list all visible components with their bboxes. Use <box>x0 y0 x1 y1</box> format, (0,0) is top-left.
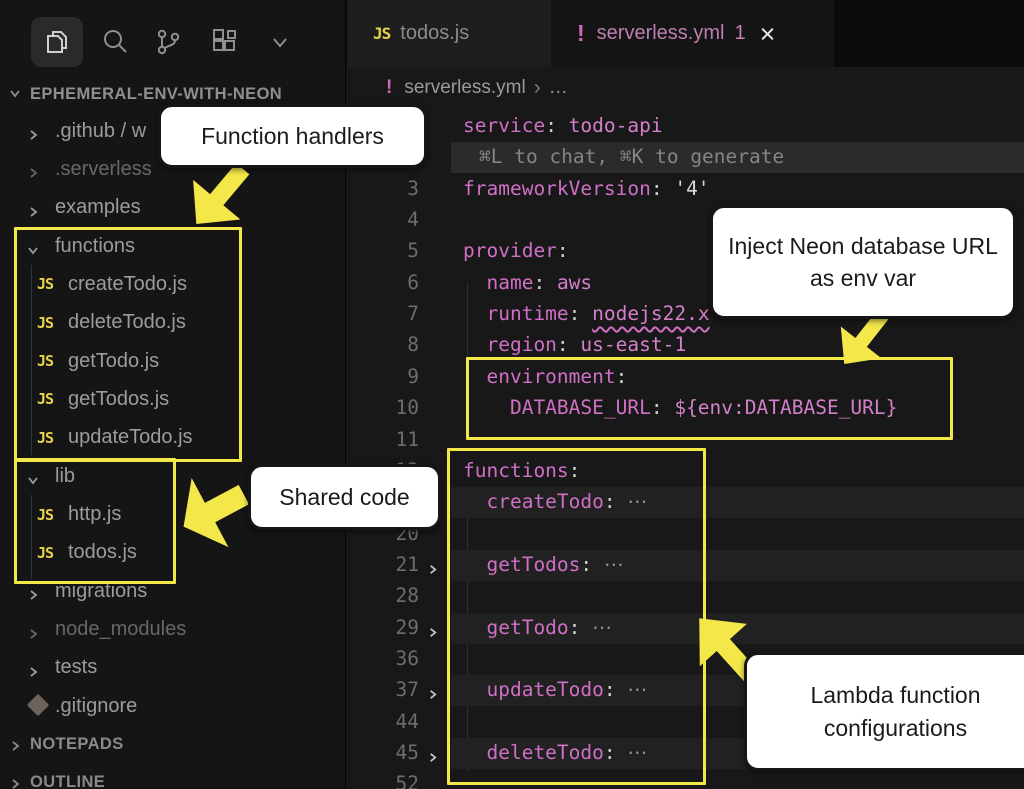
chevron-right-icon <box>26 624 40 647</box>
tree-item-label: tests <box>55 656 97 679</box>
line-number: 28 <box>346 584 419 607</box>
more-chevron-icon[interactable] <box>254 17 306 67</box>
code-text: provider: <box>463 239 569 262</box>
code-text: name: aws <box>463 271 592 294</box>
source-control-icon[interactable] <box>142 17 194 67</box>
code-line-2: 2⌘L to chat, ⌘K to generate <box>346 142 1024 173</box>
line-number: 8 <box>346 333 419 356</box>
chevron-down-icon <box>8 86 22 105</box>
tree-item-label: .github / w <box>55 120 146 143</box>
tree-item-label: .serverless <box>55 158 152 181</box>
chevron-right-icon <box>26 662 40 685</box>
sidebar-section-outline[interactable]: OUTLINE <box>0 764 345 789</box>
fold-chevron-icon[interactable] <box>426 621 439 644</box>
highlight-box-environment <box>466 357 953 440</box>
highlight-box-lib-folder <box>14 458 176 584</box>
line-number: 45 <box>346 741 419 764</box>
line-number: 36 <box>346 647 419 670</box>
line-number: 37 <box>346 678 419 701</box>
gitignore-icon <box>27 694 50 717</box>
highlight-box-functions-folder <box>14 227 242 462</box>
fold-chevron-icon[interactable] <box>426 683 439 706</box>
line-number: 21 <box>346 553 419 576</box>
line-number: 29 <box>346 616 419 639</box>
line-number: 44 <box>346 710 419 733</box>
line-number: 9 <box>346 365 419 388</box>
chevron-right-icon <box>26 585 40 608</box>
sidebar-section-notepads[interactable]: NOTEPADS <box>0 726 345 764</box>
breadcrumb-file[interactable]: serverless.yml <box>404 77 525 99</box>
callout-lambda-config: Lambda function configurations <box>744 652 1024 771</box>
tree-item-node-modules[interactable]: node_modules <box>0 611 345 649</box>
problem-count-badge: 1 <box>734 22 745 45</box>
tab-todos-js[interactable]: JS todos.js <box>347 0 551 67</box>
chevron-right-icon <box>26 202 40 225</box>
project-name: EPHEMERAL-ENV-WITH-NEON <box>30 85 282 104</box>
js-badge-icon: JS <box>373 24 390 43</box>
chevron-right-icon <box>26 163 40 186</box>
line-number: 4 <box>346 208 419 231</box>
vscode-window: EPHEMERAL-ENV-WITH-NEON .github / w .serv… <box>0 0 1024 789</box>
serverless-bang-icon: ! <box>577 20 585 47</box>
code-text: region: us-east-1 <box>463 333 686 356</box>
highlight-box-functions-config <box>447 448 706 785</box>
fold-chevron-icon[interactable] <box>426 746 439 769</box>
callout-text: Shared code <box>279 481 409 513</box>
chevron-right-icon <box>26 125 40 148</box>
line-number: 11 <box>346 428 419 451</box>
tree-item-label: node_modules <box>55 618 186 641</box>
tree-item-label: OUTLINE <box>30 773 105 789</box>
tree-item--gitignore[interactable]: .gitignore <box>0 687 345 725</box>
callout-text: Function handlers <box>201 120 384 152</box>
tab-bar: JS todos.js ! serverless.yml 1 × <box>346 0 1024 67</box>
callout-text: Lambda function configurations <box>765 679 1024 743</box>
tree-item-label: NOTEPADS <box>30 735 124 754</box>
callout-inject-neon: Inject Neon database URL as env var <box>710 205 1016 319</box>
ai-hint-text: ⌘L to chat, ⌘K to generate <box>479 145 784 168</box>
tree-item-label: examples <box>55 196 141 219</box>
search-icon[interactable] <box>89 17 141 67</box>
tree-item-tests[interactable]: tests <box>0 649 345 687</box>
close-icon[interactable]: × <box>760 24 776 44</box>
code-text: frameworkVersion: '4' <box>463 177 710 200</box>
code-line-1: 1service: todo-api <box>346 111 1024 142</box>
tab-serverless-yml[interactable]: ! serverless.yml 1 × <box>551 0 834 67</box>
breadcrumb: ! serverless.yml › … <box>346 67 1024 108</box>
fold-chevron-icon[interactable] <box>426 558 439 581</box>
breadcrumb-separator: › <box>534 76 541 100</box>
tree-item-label: .gitignore <box>55 695 137 718</box>
serverless-bang-icon: ! <box>386 77 392 99</box>
chevron-right-icon <box>8 739 22 758</box>
code-line-3: 3 frameworkVersion: '4' <box>346 174 1024 205</box>
line-number: 3 <box>346 177 419 200</box>
line-number: 6 <box>346 271 419 294</box>
chevron-right-icon <box>8 777 22 789</box>
code-text: service: todo-api <box>463 114 663 137</box>
tab-label: serverless.yml <box>597 22 725 45</box>
line-number: 5 <box>346 239 419 262</box>
code-text: runtime: nodejs22.x <box>463 302 710 325</box>
line-number: 10 <box>346 396 419 419</box>
callout-function-handlers: Function handlers <box>158 104 427 168</box>
extensions-icon[interactable] <box>198 17 250 67</box>
callout-text: Inject Neon database URL as env var <box>727 230 999 294</box>
callout-shared-code: Shared code <box>248 464 441 530</box>
explorer-icon[interactable] <box>31 17 83 67</box>
line-number: 52 <box>346 772 419 789</box>
line-number: 7 <box>346 302 419 325</box>
tab-label: todos.js <box>400 22 469 45</box>
activity-bar <box>0 10 345 72</box>
breadcrumb-more[interactable]: … <box>549 77 568 99</box>
